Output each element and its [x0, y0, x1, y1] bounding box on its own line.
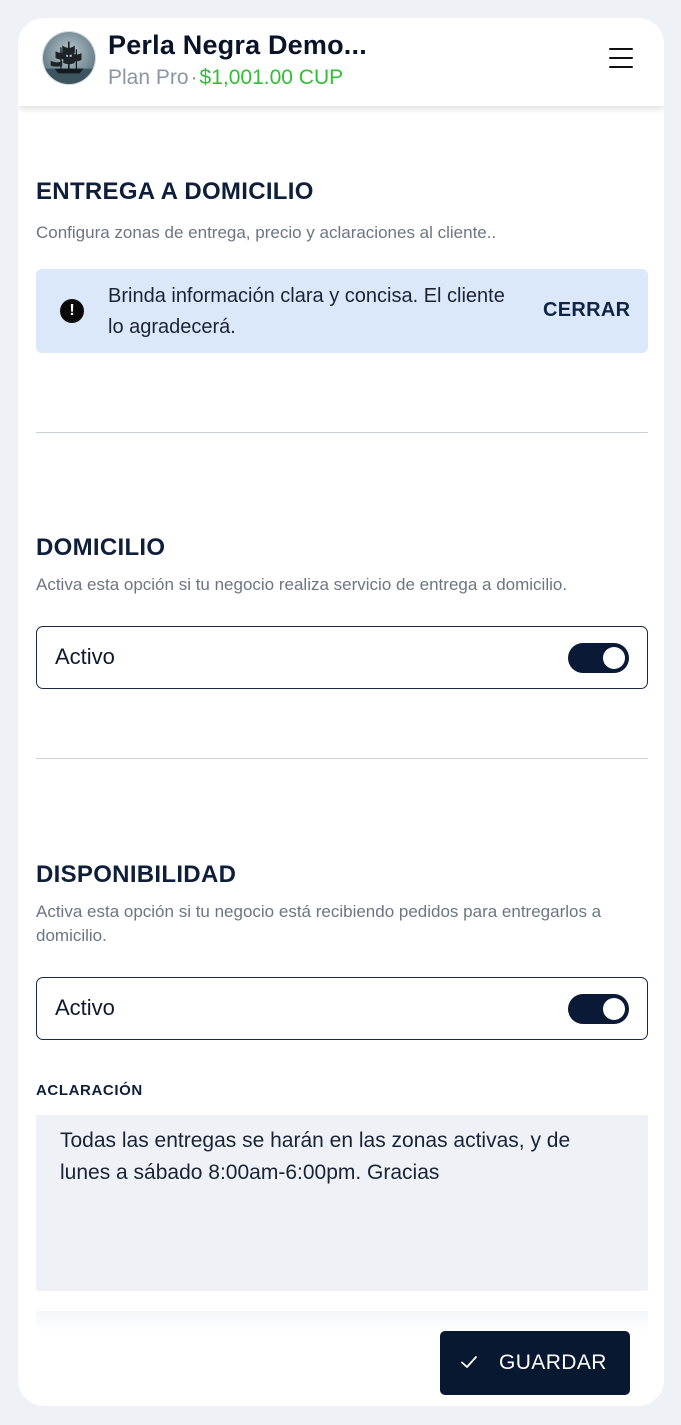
business-avatar[interactable] [42, 31, 96, 85]
divider [36, 758, 648, 759]
home-service-toggle-row[interactable]: Activo [36, 626, 648, 689]
exclamation-circle-icon: ! [60, 299, 84, 323]
balance-amount: $1,001.00 CUP [199, 66, 344, 89]
home-service-toggle-label: Activo [55, 644, 115, 669]
divider [36, 432, 648, 433]
availability-toggle-row[interactable]: Activo [36, 977, 648, 1040]
info-alert: ! Brinda información clara y concisa. El… [36, 269, 648, 353]
availability-description: Activa esta opción si tu negocio está re… [36, 902, 602, 945]
delivery-description: Configura zonas de entrega, precio y acl… [36, 223, 497, 242]
clarification-label: ACLARACIÓN [36, 1082, 143, 1099]
footer-divider [36, 1311, 648, 1331]
availability-toggle-label: Activo [55, 995, 115, 1020]
app-screen: Perla Negra Demo... Plan Pro·$1,001.00 C… [18, 18, 664, 1406]
app-header: Perla Negra Demo... Plan Pro·$1,001.00 C… [18, 18, 664, 106]
availability-switch[interactable] [568, 994, 629, 1024]
switch-knob [603, 998, 625, 1020]
availability-title: DISPONIBILIDAD [36, 861, 237, 888]
pirate-ship-icon [43, 32, 95, 84]
home-service-title: DOMICILIO [36, 534, 166, 561]
business-name: Perla Negra Demo... [108, 30, 367, 60]
switch-knob [603, 647, 625, 669]
home-service-switch[interactable] [568, 643, 629, 673]
clarification-textarea[interactable]: Todas las entregas se harán en las zonas… [36, 1115, 648, 1291]
separator-dot: · [190, 66, 198, 89]
alert-message: Brinda información clara y concisa. El c… [108, 285, 505, 338]
delivery-title: ENTREGA A DOMICILIO [36, 178, 314, 205]
alert-close-button[interactable]: CERRAR [543, 299, 630, 322]
plan-name: Plan Pro [108, 66, 189, 89]
save-button-label: GUARDAR [499, 1351, 607, 1374]
plan-info: Plan Pro·$1,001.00 CUP [108, 66, 343, 90]
save-button[interactable]: GUARDAR [440, 1331, 630, 1395]
home-service-description: Activa esta opción si tu negocio realiza… [36, 575, 568, 594]
menu-button[interactable] [606, 44, 640, 74]
check-icon [461, 1356, 477, 1368]
